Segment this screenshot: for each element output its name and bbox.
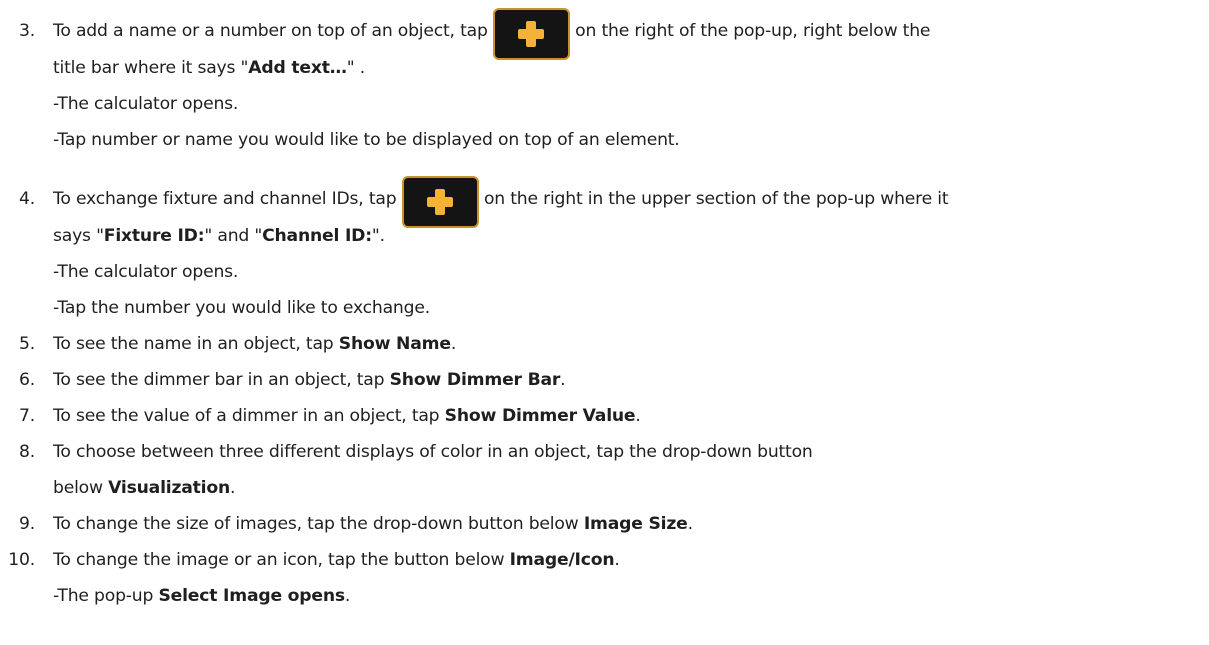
step-number: 3. bbox=[19, 21, 35, 41]
step-number: 9. bbox=[19, 514, 35, 534]
step-line: To choose between three different displa… bbox=[53, 442, 813, 462]
step-line: To change the image or an icon, tap the … bbox=[53, 550, 620, 570]
step-number: 4. bbox=[19, 189, 35, 209]
step-line: says "Fixture ID:" and "Channel ID:". bbox=[53, 226, 385, 246]
step-number: 5. bbox=[19, 334, 35, 354]
step-line: To see the value of a dimmer in an objec… bbox=[53, 406, 641, 426]
plus-icon bbox=[427, 189, 454, 215]
step-line: To add a name or a number on top of an o… bbox=[53, 8, 930, 60]
add-text-button bbox=[492, 8, 570, 60]
step-number: 7. bbox=[19, 406, 35, 426]
step-line: title bar where it says "Add text…" . bbox=[53, 58, 365, 78]
plus-icon bbox=[518, 21, 545, 47]
step-number: 10. bbox=[8, 550, 35, 570]
add-id-button bbox=[401, 176, 479, 228]
step-line: -The calculator opens. bbox=[53, 262, 239, 282]
step-line: To exchange fixture and channel IDs, tap… bbox=[53, 176, 949, 228]
step-line: To see the dimmer bar in an object, tap … bbox=[53, 370, 566, 390]
step-line: -Tap number or name you would like to be… bbox=[53, 130, 680, 150]
step-line: -Tap the number you would like to exchan… bbox=[53, 298, 430, 318]
step-number: 6. bbox=[19, 370, 35, 390]
step-line: -The calculator opens. bbox=[53, 94, 239, 114]
step-line: -The pop-up Select Image opens. bbox=[53, 586, 351, 606]
step-line: To see the name in an object, tap Show N… bbox=[53, 334, 457, 354]
step-line: To change the size of images, tap the dr… bbox=[53, 514, 693, 534]
step-number: 8. bbox=[19, 442, 35, 462]
step-line: below Visualization. bbox=[53, 478, 236, 498]
